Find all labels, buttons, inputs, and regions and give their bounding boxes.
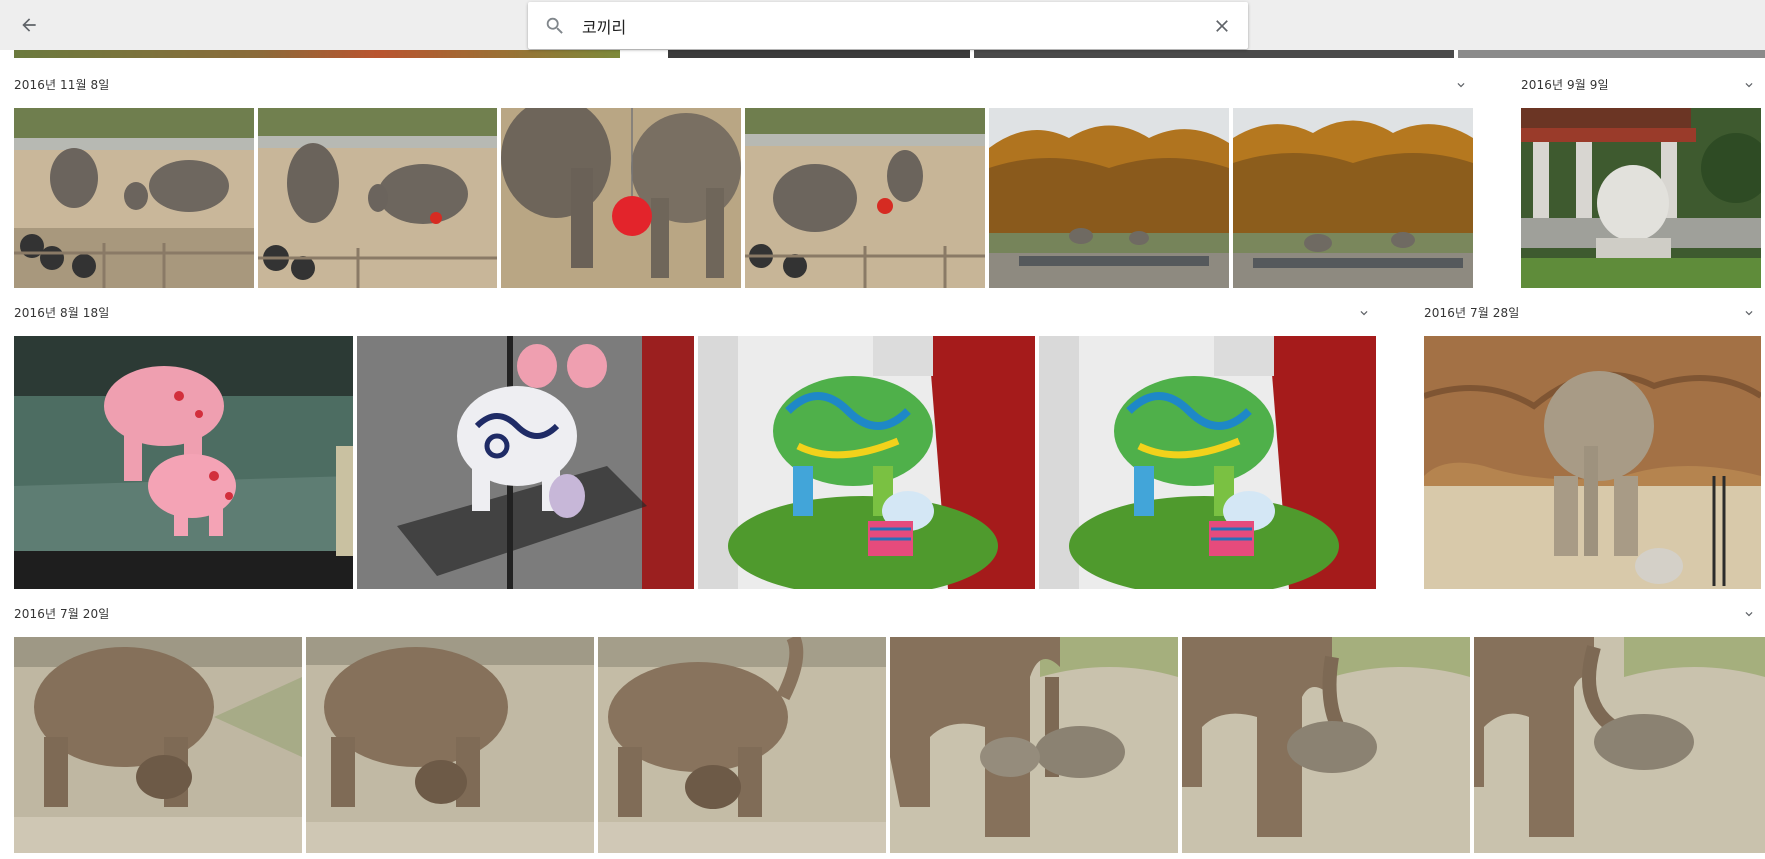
section-date-label: 2016년 9월 9일: [1521, 78, 1609, 92]
section-date-label: 2016년 8월 18일: [14, 306, 110, 320]
clear-search-button[interactable]: [1210, 14, 1234, 38]
chevron-down-icon: [1745, 612, 1753, 617]
section-collapse-button[interactable]: [1452, 76, 1470, 94]
photo-thumbnail[interactable]: [698, 336, 1035, 589]
chevron-down-icon: [1745, 83, 1753, 88]
top-bar: [0, 0, 1765, 50]
chevron-down-icon: [1745, 311, 1753, 316]
photo-thumbnail[interactable]: [501, 108, 741, 288]
photo-thumbnail[interactable]: [1474, 637, 1765, 853]
photo-thumbnail[interactable]: [598, 637, 886, 853]
photo-thumbnail[interactable]: [357, 336, 694, 589]
photo-thumbnail[interactable]: [890, 637, 1178, 853]
arrow-back-icon: [22, 18, 36, 32]
photo-thumbnail[interactable]: [14, 108, 254, 288]
section-collapse-button[interactable]: [1355, 304, 1373, 322]
photo-thumbnail[interactable]: [258, 108, 497, 288]
search-box[interactable]: [528, 2, 1248, 49]
photo-thumbnail[interactable]: [1233, 108, 1473, 288]
chevron-down-icon: [1457, 83, 1465, 88]
photo-thumbnail-peek[interactable]: [668, 50, 970, 58]
photo-thumbnail[interactable]: [306, 637, 594, 853]
section-date-label: 2016년 7월 28일: [1424, 306, 1520, 320]
photo-thumbnail[interactable]: [1182, 637, 1470, 853]
section-date-label: 2016년 11월 8일: [14, 78, 110, 92]
close-icon: [1216, 20, 1228, 32]
photo-thumbnail[interactable]: [745, 108, 985, 288]
search-input[interactable]: [582, 2, 1172, 49]
section-collapse-button[interactable]: [1740, 304, 1758, 322]
photo-thumbnail-peek[interactable]: [974, 50, 1454, 58]
photo-thumbnail[interactable]: [1039, 336, 1376, 589]
photo-thumbnail[interactable]: [1521, 108, 1761, 288]
search-icon: [546, 17, 563, 34]
photo-thumbnail-peek[interactable]: [14, 50, 620, 58]
photo-thumbnail[interactable]: [14, 637, 302, 853]
photo-thumbnail[interactable]: [1424, 336, 1761, 589]
back-button[interactable]: [14, 11, 44, 39]
photo-thumbnail-peek[interactable]: [1458, 50, 1765, 58]
section-date-label: 2016년 7월 20일: [14, 607, 110, 621]
chevron-down-icon: [1360, 311, 1368, 316]
section-collapse-button[interactable]: [1740, 76, 1758, 94]
photo-thumbnail[interactable]: [14, 336, 353, 589]
section-collapse-button[interactable]: [1740, 605, 1758, 623]
photo-thumbnail[interactable]: [989, 108, 1229, 288]
